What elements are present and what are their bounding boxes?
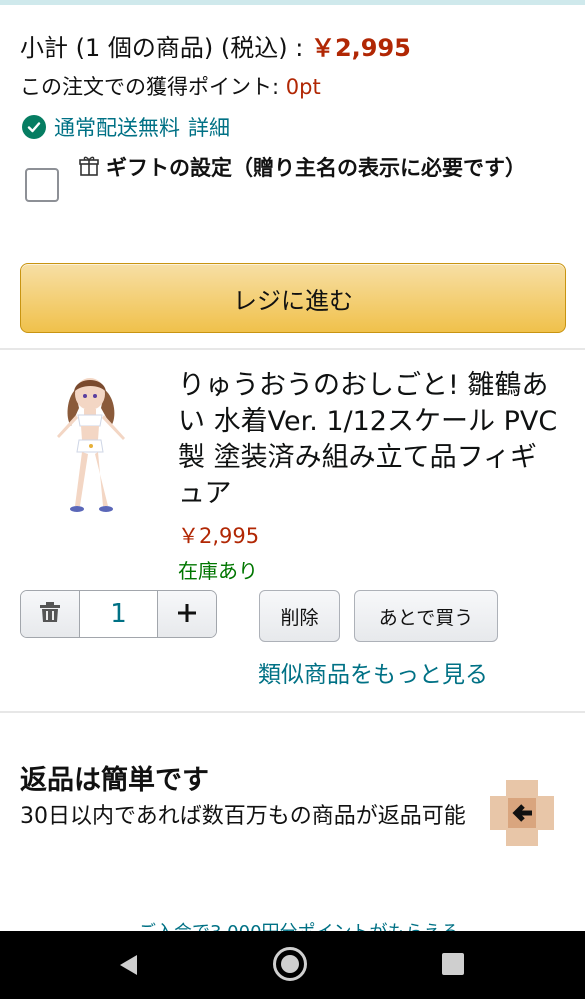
shipping-label: 通常配送無料 bbox=[54, 116, 180, 140]
delete-button-label: 削除 bbox=[280, 606, 319, 629]
home-circle-icon[interactable] bbox=[273, 947, 307, 981]
gift-label: ギフトの設定（贈り主名の表示に必要です） bbox=[106, 156, 526, 180]
subtotal-label: 小計 (1 個の商品) (税込) : bbox=[20, 34, 311, 62]
points-line: この注文での獲得ポイント: 0pt bbox=[20, 71, 321, 101]
points-value: 0pt bbox=[285, 75, 321, 99]
return-box-icon bbox=[490, 780, 554, 846]
top-accent-bar bbox=[0, 0, 585, 5]
gift-option[interactable]: ギフトの設定（贈り主名の表示に必要です） bbox=[78, 152, 558, 185]
similar-items-link[interactable]: 類似商品をもっと見る bbox=[258, 655, 488, 689]
save-for-later-button[interactable]: あとで買う bbox=[354, 590, 498, 642]
returns-title: 返品は簡単です bbox=[20, 765, 209, 796]
points-label: この注文での獲得ポイント: bbox=[20, 75, 286, 99]
quantity-stepper: 1 bbox=[20, 590, 217, 638]
gift-icon bbox=[78, 154, 100, 176]
section-divider bbox=[0, 348, 585, 350]
subtotal-price: ￥2,995 bbox=[310, 34, 411, 62]
save-for-later-label: あとで買う bbox=[378, 606, 474, 629]
product-image[interactable] bbox=[45, 368, 135, 518]
checkout-button-label: レジに進む bbox=[233, 286, 353, 315]
subtotal-line: 小計 (1 個の商品) (税込) : ￥2,995 bbox=[20, 28, 411, 63]
gift-checkbox[interactable] bbox=[25, 168, 59, 202]
android-navigation-bar bbox=[0, 931, 585, 999]
trash-icon bbox=[37, 598, 63, 631]
free-shipping-line: 通常配送無料 詳細 bbox=[22, 112, 230, 142]
plus-button[interactable] bbox=[158, 591, 216, 637]
product-title-link[interactable]: りゅうおうのおしごと! 雛鶴あい 水着Ver. 1/12スケール PVC製 塗装… bbox=[178, 368, 558, 512]
check-circle-icon bbox=[22, 115, 46, 139]
product-price: ￥2,995 bbox=[178, 524, 260, 548]
delete-button[interactable]: 削除 bbox=[259, 590, 340, 642]
checkout-button[interactable]: レジに進む bbox=[20, 263, 566, 333]
quantity-value[interactable]: 1 bbox=[79, 591, 158, 637]
section-divider bbox=[0, 711, 585, 713]
plus-icon bbox=[176, 598, 198, 631]
trash-button[interactable] bbox=[21, 591, 79, 637]
returns-body: 30日以内であれば数百万もの商品が返品可能 bbox=[20, 804, 466, 829]
back-triangle-icon[interactable] bbox=[115, 951, 143, 979]
shipping-detail-link[interactable]: 詳細 bbox=[188, 112, 230, 142]
stock-status: 在庫あり bbox=[178, 559, 258, 583]
recent-apps-icon[interactable] bbox=[442, 953, 464, 975]
